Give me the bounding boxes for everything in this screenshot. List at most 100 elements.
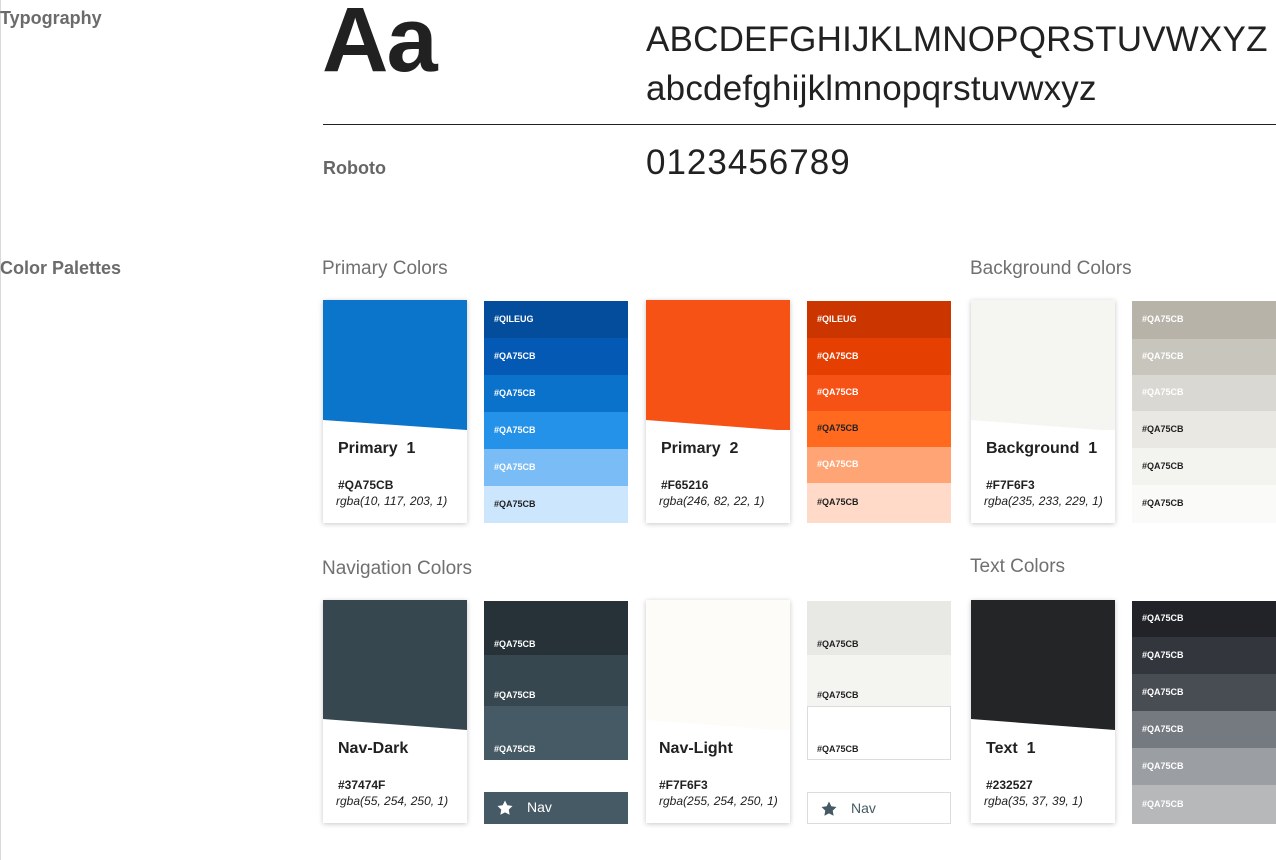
palettes-section-label: Color Palettes [0, 258, 122, 278]
star-icon [497, 800, 513, 815]
card-name: Primary 2 [661, 440, 739, 457]
card-hex: #QA75CB [338, 478, 394, 492]
sample-glyph: Aa [322, 0, 438, 91]
shade-swatch: #QA75CB [484, 338, 628, 375]
shade-swatch: #QA75CB [1132, 748, 1276, 785]
nav-light-sample[interactable]: Nav [807, 792, 951, 824]
shade-hex-label: #QA75CB [1142, 424, 1184, 434]
shade-swatch: #QA75CB [1132, 601, 1276, 637]
shade-hex-label: #QA75CB [1142, 613, 1184, 623]
digits-sample: 0123456789 [646, 143, 851, 182]
uppercase-alphabet: ABCDEFGHIJKLMNOPQRSTUVWXYZ [646, 20, 1268, 59]
shade-hex-label: #QA75CB [1142, 687, 1184, 697]
shade-hex-label: #QA75CB [1142, 724, 1184, 734]
shade-hex-label: #QA75CB [494, 639, 536, 649]
shade-hex-label: #QA75CB [494, 388, 536, 398]
text-shades: #QA75CB #QA75CB #QA75CB #QA75CB #QA75CB #QA75… [1132, 601, 1276, 824]
shade-hex-label: #QA75CB [817, 459, 859, 469]
card-hex: #F7F6F3 [986, 478, 1035, 492]
typography-section-label: Typography [0, 8, 102, 28]
card-hex: #F65216 [661, 478, 709, 492]
shade-swatch: #QA75CB [807, 655, 951, 706]
shade-swatch: #QILEUG [807, 301, 951, 338]
shade-hex-label: #QA75CB [1142, 761, 1184, 771]
shade-swatch: #QA75CB [807, 411, 951, 447]
background-shades: #QA75CB #QA75CB #QA75CB #QA75CB #QA75CB #QA75… [1132, 301, 1276, 523]
color-swatch [323, 300, 467, 430]
shade-hex-label: #QA75CB [817, 639, 859, 649]
card-rgba: rgba(55, 254, 250, 1) [336, 794, 449, 808]
shade-hex-label: #QA75CB [1142, 650, 1184, 660]
background-colors-title: Background Colors [970, 258, 1132, 279]
shade-hex-label: #QA75CB [817, 387, 859, 397]
card-rgba: rgba(10, 117, 203, 1) [336, 494, 448, 508]
card-name: Nav-Light [659, 740, 733, 757]
shade-hex-label: #QA75CB [494, 351, 536, 361]
card-name: Primary 1 [338, 440, 416, 457]
nav-dark-shades: #QA75CB #QA75CB #QA75CB [484, 601, 628, 760]
shade-hex-label: #QA75CB [494, 744, 536, 754]
shade-swatch: #QA75CB [484, 449, 628, 486]
color-card-background-1: Background 1 #F7F6F3 rgba(235, 233, 229,… [971, 300, 1115, 523]
left-border [0, 0, 1, 860]
shade-swatch: #QA75CB [1132, 301, 1276, 339]
nav-sample-label: Nav [527, 799, 552, 815]
typography-divider [323, 124, 1276, 125]
star-icon [821, 801, 837, 816]
shade-hex-label: #QA75CB [1142, 387, 1184, 397]
shade-hex-label: #QA75CB [1142, 351, 1184, 361]
color-swatch [646, 600, 790, 730]
color-card-primary-1: Primary 1 #QA75CB rgba(10, 117, 203, 1) [323, 300, 467, 523]
color-swatch [971, 300, 1115, 430]
shade-hex-label: #QA75CB [817, 351, 859, 361]
shade-hex-label: #QA75CB [1142, 461, 1184, 471]
card-rgba: rgba(235, 233, 229, 1) [984, 494, 1103, 508]
shade-swatch: #QA75CB [807, 338, 951, 375]
shade-swatch: #QA75CB [807, 483, 951, 523]
shade-hex-label: #QA75CB [817, 744, 859, 754]
shade-swatch: #QA75CB [1132, 785, 1276, 824]
shade-hex-label: #QA75CB [494, 425, 536, 435]
shade-swatch: #QA75CB [1132, 375, 1276, 411]
shade-swatch: #QA75CB [484, 486, 628, 523]
shade-swatch: #QA75CB [484, 706, 628, 760]
shade-hex-label: #QILEUG [494, 314, 534, 324]
text-colors-title: Text Colors [970, 556, 1066, 577]
color-swatch [971, 600, 1115, 730]
card-rgba: rgba(246, 82, 22, 1) [659, 494, 765, 508]
shade-hex-label: #QA75CB [817, 690, 859, 700]
card-rgba: rgba(255, 254, 250, 1) [659, 794, 778, 808]
shade-hex-label: #QA75CB [817, 497, 859, 507]
shade-hex-label: #QA75CB [1142, 498, 1184, 508]
nav-dark-sample[interactable]: Nav [484, 792, 628, 824]
card-name: Text 1 [986, 740, 1036, 757]
shade-swatch: #QA75CB [807, 601, 951, 655]
card-hex: #232527 [986, 778, 1033, 792]
shade-swatch: #QA75CB [1132, 674, 1276, 711]
shade-hex-label: #QA75CB [494, 690, 536, 700]
color-card-text-1: Text 1 #232527 rgba(35, 37, 39, 1) [971, 600, 1115, 823]
color-swatch [646, 300, 790, 430]
shade-swatch: #QA75CB [484, 655, 628, 706]
card-hex: #F7F6F3 [659, 778, 708, 792]
color-swatch [323, 600, 467, 730]
primary-1-shades: #QILEUG #QA75CB #QA75CB #QA75CB #QA75CB #QA75… [484, 301, 628, 523]
shade-hex-label: #QA75CB [494, 462, 536, 472]
nav-light-shades: #QA75CB #QA75CB #QA75CB [807, 601, 951, 760]
primary-2-shades: #QILEUG #QA75CB #QA75CB #QA75CB #QA75CB #QA75… [807, 301, 951, 523]
shade-hex-label: #QA75CB [1142, 799, 1184, 809]
card-hex: #37474F [338, 778, 386, 792]
shade-hex-label: #QILEUG [817, 314, 857, 324]
shade-hex-label: #QA75CB [1142, 314, 1184, 324]
navigation-colors-title: Navigation Colors [322, 558, 472, 579]
nav-sample-label: Nav [851, 800, 876, 816]
shade-swatch: #QA75CB [1132, 485, 1276, 523]
shade-swatch: #QA75CB [1132, 711, 1276, 748]
shade-swatch: #QA75CB [484, 375, 628, 412]
card-name: Background 1 [986, 440, 1098, 457]
lowercase-alphabet: abcdefghijklmnopqrstuvwxyz [646, 69, 1097, 108]
shade-swatch: #QILEUG [484, 301, 628, 338]
shade-swatch: #QA75CB [1132, 411, 1276, 448]
shade-swatch: #QA75CB [484, 412, 628, 449]
shade-swatch: #QA75CB [1132, 448, 1276, 485]
